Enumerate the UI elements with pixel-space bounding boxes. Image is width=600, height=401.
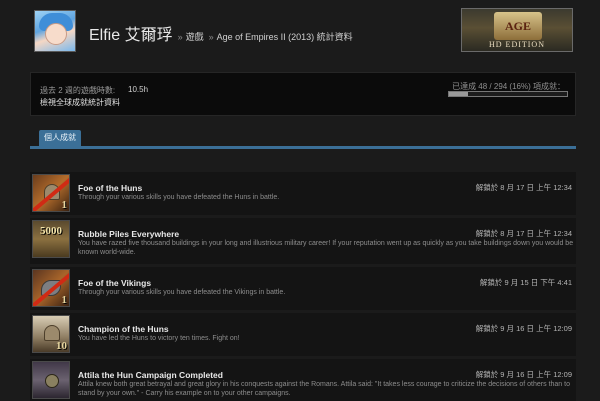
profile-header: Elfie 艾爾琈 » 遊戲 » Age of Empires II (2013…: [0, 0, 600, 62]
achievement-title: Champion of the Huns: [78, 324, 169, 334]
achievement-description: Through your various skills you have def…: [78, 289, 286, 296]
breadcrumb-stats-label: Age of Empires II (2013) 統計資料: [216, 32, 353, 42]
achievement-description: You have led the Huns to victory ten tim…: [78, 335, 240, 342]
achievement-description: Attila knew both great betrayal and grea…: [78, 381, 570, 397]
game-logo-emblem: AGE: [494, 12, 542, 40]
achievement-icon-champion-of-huns: 10: [32, 315, 70, 353]
achievement-icon-number: 10: [56, 340, 67, 352]
achievement-list: 1 Foe of the Huns Through your various s…: [30, 172, 576, 401]
helmet-shape: [44, 325, 60, 341]
game-logo[interactable]: AGE HD EDITION: [461, 8, 573, 52]
playtime-value: 10.5h: [128, 85, 149, 94]
global-achievements-link[interactable]: 檢視全球成就統計資料: [40, 97, 120, 108]
achievement-unlock-date: 解鎖於 9 月 16 日 上午 12:09: [475, 370, 572, 379]
achievement-icon-foe-of-huns: 1: [32, 174, 70, 212]
achievement-unlock-date: 解鎖於 8 月 17 日 上午 12:34: [475, 229, 572, 238]
breadcrumb-separator: »: [177, 32, 183, 42]
achievement-row: 10 Champion of the Huns You have led the…: [30, 313, 576, 356]
achievement-title: Rubble Piles Everywhere: [78, 229, 180, 239]
achievement-unlock-date: 解鎖於 9 月 16 日 上午 12:09: [475, 324, 572, 333]
tab-personal-achievements[interactable]: 個人成就: [39, 130, 81, 146]
breadcrumb: Elfie 艾爾琈 » 遊戲 » Age of Empires II (2013…: [89, 21, 353, 45]
achievement-progress-fill: [449, 92, 468, 96]
achievement-icon-attila-campaign: [32, 361, 70, 399]
achievement-progress-bar: [448, 91, 568, 97]
achievement-row: 1 Foe of the Vikings Through your variou…: [30, 267, 576, 310]
achievement-title: Attila the Hun Campaign Completed: [78, 370, 223, 380]
achievement-unlock-date: 解鎖於 9 月 15 日 下午 4:41: [479, 278, 572, 287]
achievement-title: Foe of the Vikings: [78, 278, 152, 288]
avatar-face-shape: [45, 23, 67, 45]
achievement-icon-number: 5000: [40, 225, 62, 237]
achievement-icon-number: 1: [61, 199, 68, 211]
achievement-row: 5000 Rubble Piles Everywhere You have ra…: [30, 218, 576, 264]
achievement-unlock-date: 解鎖於 8 月 17 日 上午 12:34: [475, 183, 572, 192]
achievement-title: Foe of the Huns: [78, 183, 143, 193]
achievement-icon-number: 1: [61, 294, 68, 306]
stats-summary-panel: 過去 2 週的遊戲時數: 10.5h 檢視全球成就統計資料 已達成 48 / 2…: [30, 72, 576, 116]
achievement-description: You have razed five thousand buildings i…: [78, 240, 574, 256]
user-avatar[interactable]: [34, 10, 76, 52]
breadcrumb-games-link[interactable]: 遊戲: [186, 30, 204, 43]
achievement-icon-foe-of-vikings: 1: [32, 269, 70, 307]
tab-underline: [30, 146, 576, 149]
achievement-row: 1 Foe of the Huns Through your various s…: [30, 172, 576, 215]
game-logo-edition: HD EDITION: [489, 40, 545, 49]
achievement-icon-rubble-piles: 5000: [32, 220, 70, 258]
playtime-label: 過去 2 週的遊戲時數:: [40, 86, 116, 95]
achievement-row: Attila the Hun Campaign Completed Attila…: [30, 359, 576, 401]
persona-name-link[interactable]: Elfie 艾爾琈: [89, 21, 173, 45]
achievement-description: Through your various skills you have def…: [78, 194, 280, 201]
breadcrumb-separator: »: [208, 32, 214, 42]
rider-shape: [45, 374, 59, 388]
